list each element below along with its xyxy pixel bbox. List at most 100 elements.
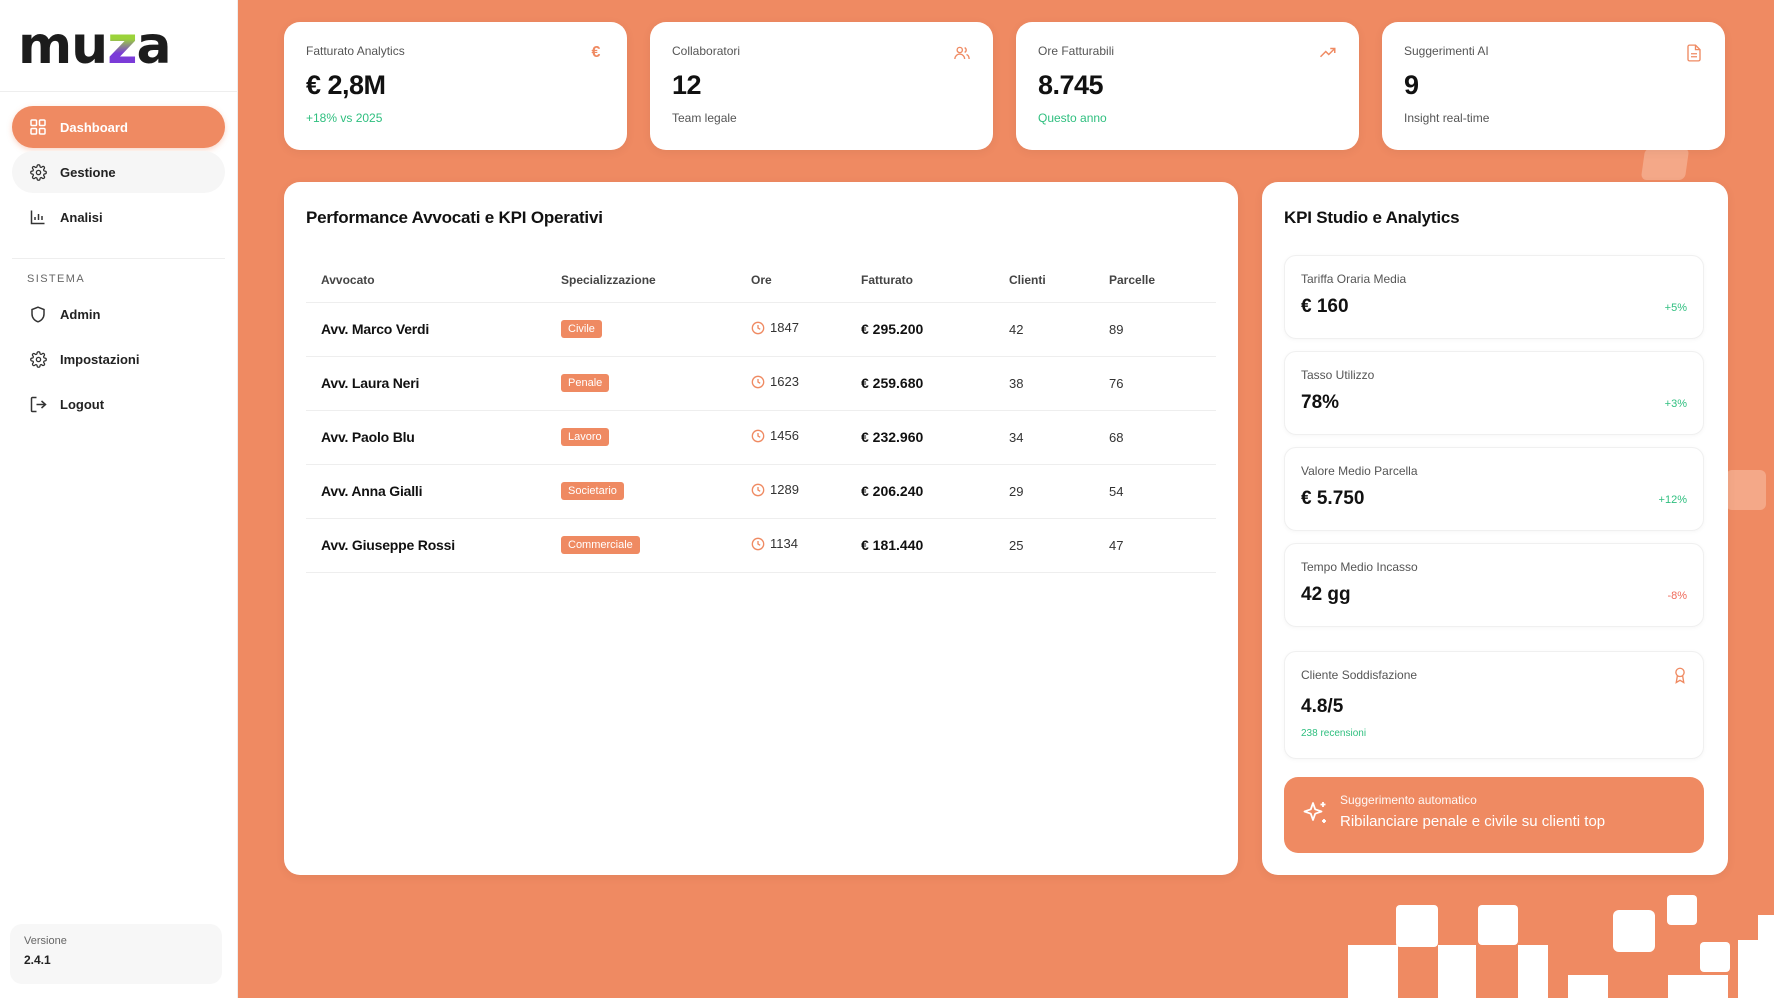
hours-cell: 1847 (751, 320, 799, 335)
main-nav: Dashboard Gestione Analisi (0, 92, 237, 238)
decorative-shape (1758, 915, 1774, 943)
kpi-label: Tariffa Oraria Media (1301, 272, 1407, 286)
specialization-badge: Lavoro (561, 428, 609, 446)
specialization-badge: Civile (561, 320, 602, 338)
clients-cell: 42 (994, 302, 1094, 357)
column-header[interactable]: Parcelle (1094, 258, 1216, 303)
kpi-label: Tempo Medio Incasso (1301, 560, 1418, 574)
column-header[interactable]: Avvocato (306, 258, 546, 303)
kpi-sub: 238 recensioni (1301, 728, 1367, 739)
kpi-item-incasso: Tempo Medio Incasso 42 gg -8% (1284, 543, 1704, 627)
gear-icon (28, 162, 48, 182)
stat-value: 12 (672, 70, 702, 100)
decorative-shape (1568, 975, 1608, 998)
nav-item-gestione[interactable]: Gestione (12, 151, 225, 193)
nav-item-admin[interactable]: Admin (12, 293, 225, 335)
table-header-row: Avvocato Specializzazione Ore Fatturato … (306, 258, 1216, 303)
stat-label: Suggerimenti AI (1404, 44, 1489, 58)
decorative-shape (1668, 975, 1728, 998)
stat-value: 9 (1404, 70, 1419, 100)
euro-icon: € (591, 44, 601, 61)
clients-cell: 25 (994, 518, 1094, 573)
specialization-badge: Penale (561, 374, 610, 392)
clock-icon (751, 429, 765, 443)
fees-cell: 47 (1094, 518, 1216, 573)
shield-icon (28, 304, 48, 324)
decorative-shape (1518, 945, 1548, 998)
column-header[interactable]: Clienti (994, 258, 1094, 303)
nav-label: Dashboard (60, 119, 128, 135)
kpi-value: € 160 (1301, 296, 1349, 317)
kpi-label: Cliente Soddisfazione (1301, 668, 1418, 682)
kpi-trend: +3% (1664, 398, 1687, 410)
kpi-card: KPI Studio e Analytics Tariffa Oraria Me… (1262, 182, 1728, 875)
fees-cell: 68 (1094, 410, 1216, 465)
stat-label: Ore Fatturabili (1038, 44, 1115, 58)
decorative-shape (1478, 905, 1518, 945)
kpi-item-soddisfazione: Cliente Soddisfazione 4.8/5 238 recensio… (1284, 651, 1704, 759)
nav-item-dashboard[interactable]: Dashboard (12, 106, 225, 148)
performance-title: Performance Avvocati e KPI Operativi (306, 208, 603, 227)
kpi-item-tariffa: Tariffa Oraria Media € 160 +5% (1284, 255, 1704, 339)
stat-card-suggerimenti: Suggerimenti AI 9 Insight real-time (1382, 22, 1725, 150)
fees-cell: 54 (1094, 464, 1216, 519)
decorative-shape (1348, 945, 1398, 998)
table-row[interactable]: Avv. Marco Verdi Civile 1847 € 295.200 4… (306, 302, 1216, 357)
clients-cell: 38 (994, 356, 1094, 411)
kpi-label: Valore Medio Parcella (1301, 464, 1418, 478)
kpi-trend: +12% (1658, 494, 1687, 506)
document-icon (1685, 44, 1703, 62)
nav-item-analisi[interactable]: Analisi (12, 196, 225, 238)
logo-text: muza (18, 15, 172, 76)
table-row[interactable]: Avv. Giuseppe Rossi Commerciale 1134 € 1… (306, 518, 1216, 573)
nav-item-impostazioni[interactable]: Impostazioni (12, 338, 225, 380)
performance-card: Performance Avvocati e KPI Operativi Avv… (284, 182, 1238, 875)
revenue-cell: € 206.240 (846, 464, 994, 519)
auto-suggestion-banner[interactable]: Suggerimento automatico Ribilanciare pen… (1284, 777, 1704, 853)
nav-label: Analisi (60, 209, 103, 225)
version-value: 2.4.1 (24, 953, 51, 967)
nav-item-logout[interactable]: Logout (12, 383, 225, 425)
lawyer-name: Avv. Laura Neri (306, 356, 546, 411)
stat-card-collaboratori: Collaboratori 12 Team legale (650, 22, 993, 150)
logout-icon (28, 394, 48, 414)
lawyer-name: Avv. Marco Verdi (306, 302, 546, 357)
decorative-shape (1700, 942, 1730, 972)
nav-label: Admin (60, 306, 101, 322)
decorative-shape (1396, 905, 1438, 947)
clock-icon (751, 375, 765, 389)
table-row[interactable]: Avv. Paolo Blu Lavoro 1456 € 232.960 34 … (306, 410, 1216, 465)
trending-up-icon (1319, 44, 1337, 62)
column-header[interactable]: Specializzazione (546, 258, 736, 303)
table-row[interactable]: Avv. Anna Gialli Societario 1289 € 206.2… (306, 464, 1216, 519)
performance-table: Avvocato Specializzazione Ore Fatturato … (306, 258, 1216, 573)
grid-icon (28, 117, 48, 137)
system-nav: Admin Impostazioni Logout (0, 293, 237, 425)
bar-chart-icon (28, 207, 48, 227)
nav-section-label: SISTEMA (27, 273, 86, 285)
kpi-item-parcella: Valore Medio Parcella € 5.750 +12% (1284, 447, 1704, 531)
sidebar: muza Dashboard Gestione Analisi SISTEMA (0, 0, 238, 998)
stat-value: 8.745 (1038, 70, 1104, 100)
revenue-cell: € 259.680 (846, 356, 994, 411)
clock-icon (751, 321, 765, 335)
award-icon (1671, 666, 1689, 684)
decorative-shape (1613, 910, 1655, 952)
fees-cell: 76 (1094, 356, 1216, 411)
nav-label: Gestione (60, 164, 116, 180)
clock-icon (751, 537, 765, 551)
gear-icon (28, 349, 48, 369)
column-header[interactable]: Ore (736, 258, 846, 303)
users-icon (953, 44, 971, 62)
column-header[interactable]: Fatturato (846, 258, 994, 303)
logo[interactable]: muza (0, 0, 237, 92)
version-box: Versione 2.4.1 (10, 924, 222, 984)
table-row[interactable]: Avv. Laura Neri Penale 1623 € 259.680 38… (306, 356, 1216, 411)
decorative-shape (1667, 895, 1697, 925)
suggestion-label: Suggerimento automatico (1340, 793, 1477, 807)
lawyer-name: Avv. Paolo Blu (306, 410, 546, 465)
decorative-shape (1438, 945, 1476, 998)
kpi-item-utilizzo: Tasso Utilizzo 78% +3% (1284, 351, 1704, 435)
kpi-value: 78% (1301, 392, 1340, 413)
kpi-value: 4.8/5 (1301, 696, 1344, 717)
